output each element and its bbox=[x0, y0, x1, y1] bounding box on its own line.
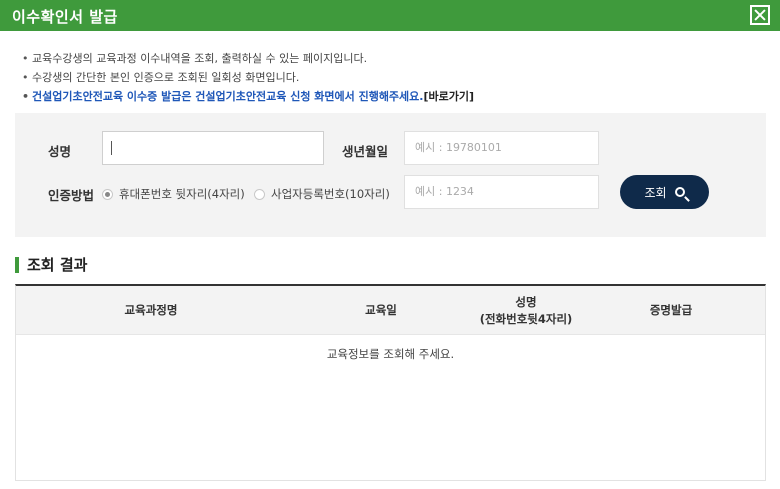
window-title: 이수확인서 발급 bbox=[12, 8, 118, 26]
radio-business-label: 사업자등록번호(10자리) bbox=[271, 187, 390, 201]
auth-number-input[interactable]: 예시 : 1234 bbox=[404, 175, 599, 209]
col-certificate: 증명발급 bbox=[616, 286, 726, 335]
col-date: 교육일 bbox=[316, 286, 446, 335]
radio-business[interactable]: 사업자등록번호(10자리) bbox=[254, 186, 390, 202]
col-date-label: 교육일 bbox=[365, 303, 397, 317]
col-name-label: 성명 bbox=[515, 294, 537, 309]
name-input[interactable] bbox=[102, 131, 324, 165]
radio-checked-icon bbox=[102, 188, 113, 200]
info-note: 교육수강생의 교육과정 이수내역을 조회, 출력하실 수 있는 페이지입니다. bbox=[22, 49, 474, 68]
col-course: 교육과정명 bbox=[76, 286, 226, 335]
col-name: 성명 (전화번호뒷4자리) bbox=[456, 286, 596, 335]
heading-marker bbox=[15, 256, 19, 273]
info-note: 수강생의 간단한 본인 인증으로 조회된 일회성 화면입니다. bbox=[22, 68, 474, 87]
notice-text: 건설업기초안전교육 이수증 발급은 건설업기초안전교육 신청 화면에서 진행해주… bbox=[32, 90, 424, 103]
result-title: 조회 결과 bbox=[27, 256, 88, 274]
table-header: 교육과정명 교육일 성명 (전화번호뒷4자리) 증명발급 bbox=[16, 286, 765, 335]
name-label: 성명 bbox=[48, 144, 72, 159]
search-button[interactable]: 조회 bbox=[620, 175, 709, 209]
search-form: 성명 생년월일 예시 : 19780101 인증방법 휴대폰번호 뒷자리(4자리… bbox=[15, 113, 766, 237]
search-icon bbox=[674, 187, 685, 197]
col-course-label: 교육과정명 bbox=[124, 303, 178, 317]
birth-date-input[interactable]: 예시 : 19780101 bbox=[404, 131, 599, 165]
birth-label: 생년월일 bbox=[342, 144, 389, 159]
close-icon[interactable] bbox=[750, 5, 770, 25]
empty-message: 교육정보를 조회해 주세요. bbox=[326, 347, 455, 361]
col-certificate-label: 증명발급 bbox=[649, 303, 693, 317]
search-button-label: 조회 bbox=[644, 185, 667, 200]
radio-phone-label: 휴대폰번호 뒷자리(4자리) bbox=[119, 187, 245, 201]
shortcut-link[interactable]: [바로가기] bbox=[423, 90, 474, 103]
radio-phone[interactable]: 휴대폰번호 뒷자리(4자리) bbox=[102, 186, 245, 202]
title-bar: 이수확인서 발급 bbox=[0, 0, 780, 31]
col-name-sublabel: (전화번호뒷4자리) bbox=[479, 311, 573, 326]
auth-method-label: 인증방법 bbox=[48, 188, 95, 203]
result-heading: 조회 결과 bbox=[15, 254, 87, 275]
notice-note: 건설업기초안전교육 이수증 발급은 건설업기초안전교육 신청 화면에서 진행해주… bbox=[22, 87, 474, 106]
result-table: 교육과정명 교육일 성명 (전화번호뒷4자리) 증명발급 교육정보를 조회해 주… bbox=[15, 284, 766, 481]
text-caret bbox=[111, 141, 112, 155]
radio-unchecked-icon bbox=[254, 188, 265, 200]
info-notes: 교육수강생의 교육과정 이수내역을 조회, 출력하실 수 있는 페이지입니다. … bbox=[22, 49, 474, 106]
